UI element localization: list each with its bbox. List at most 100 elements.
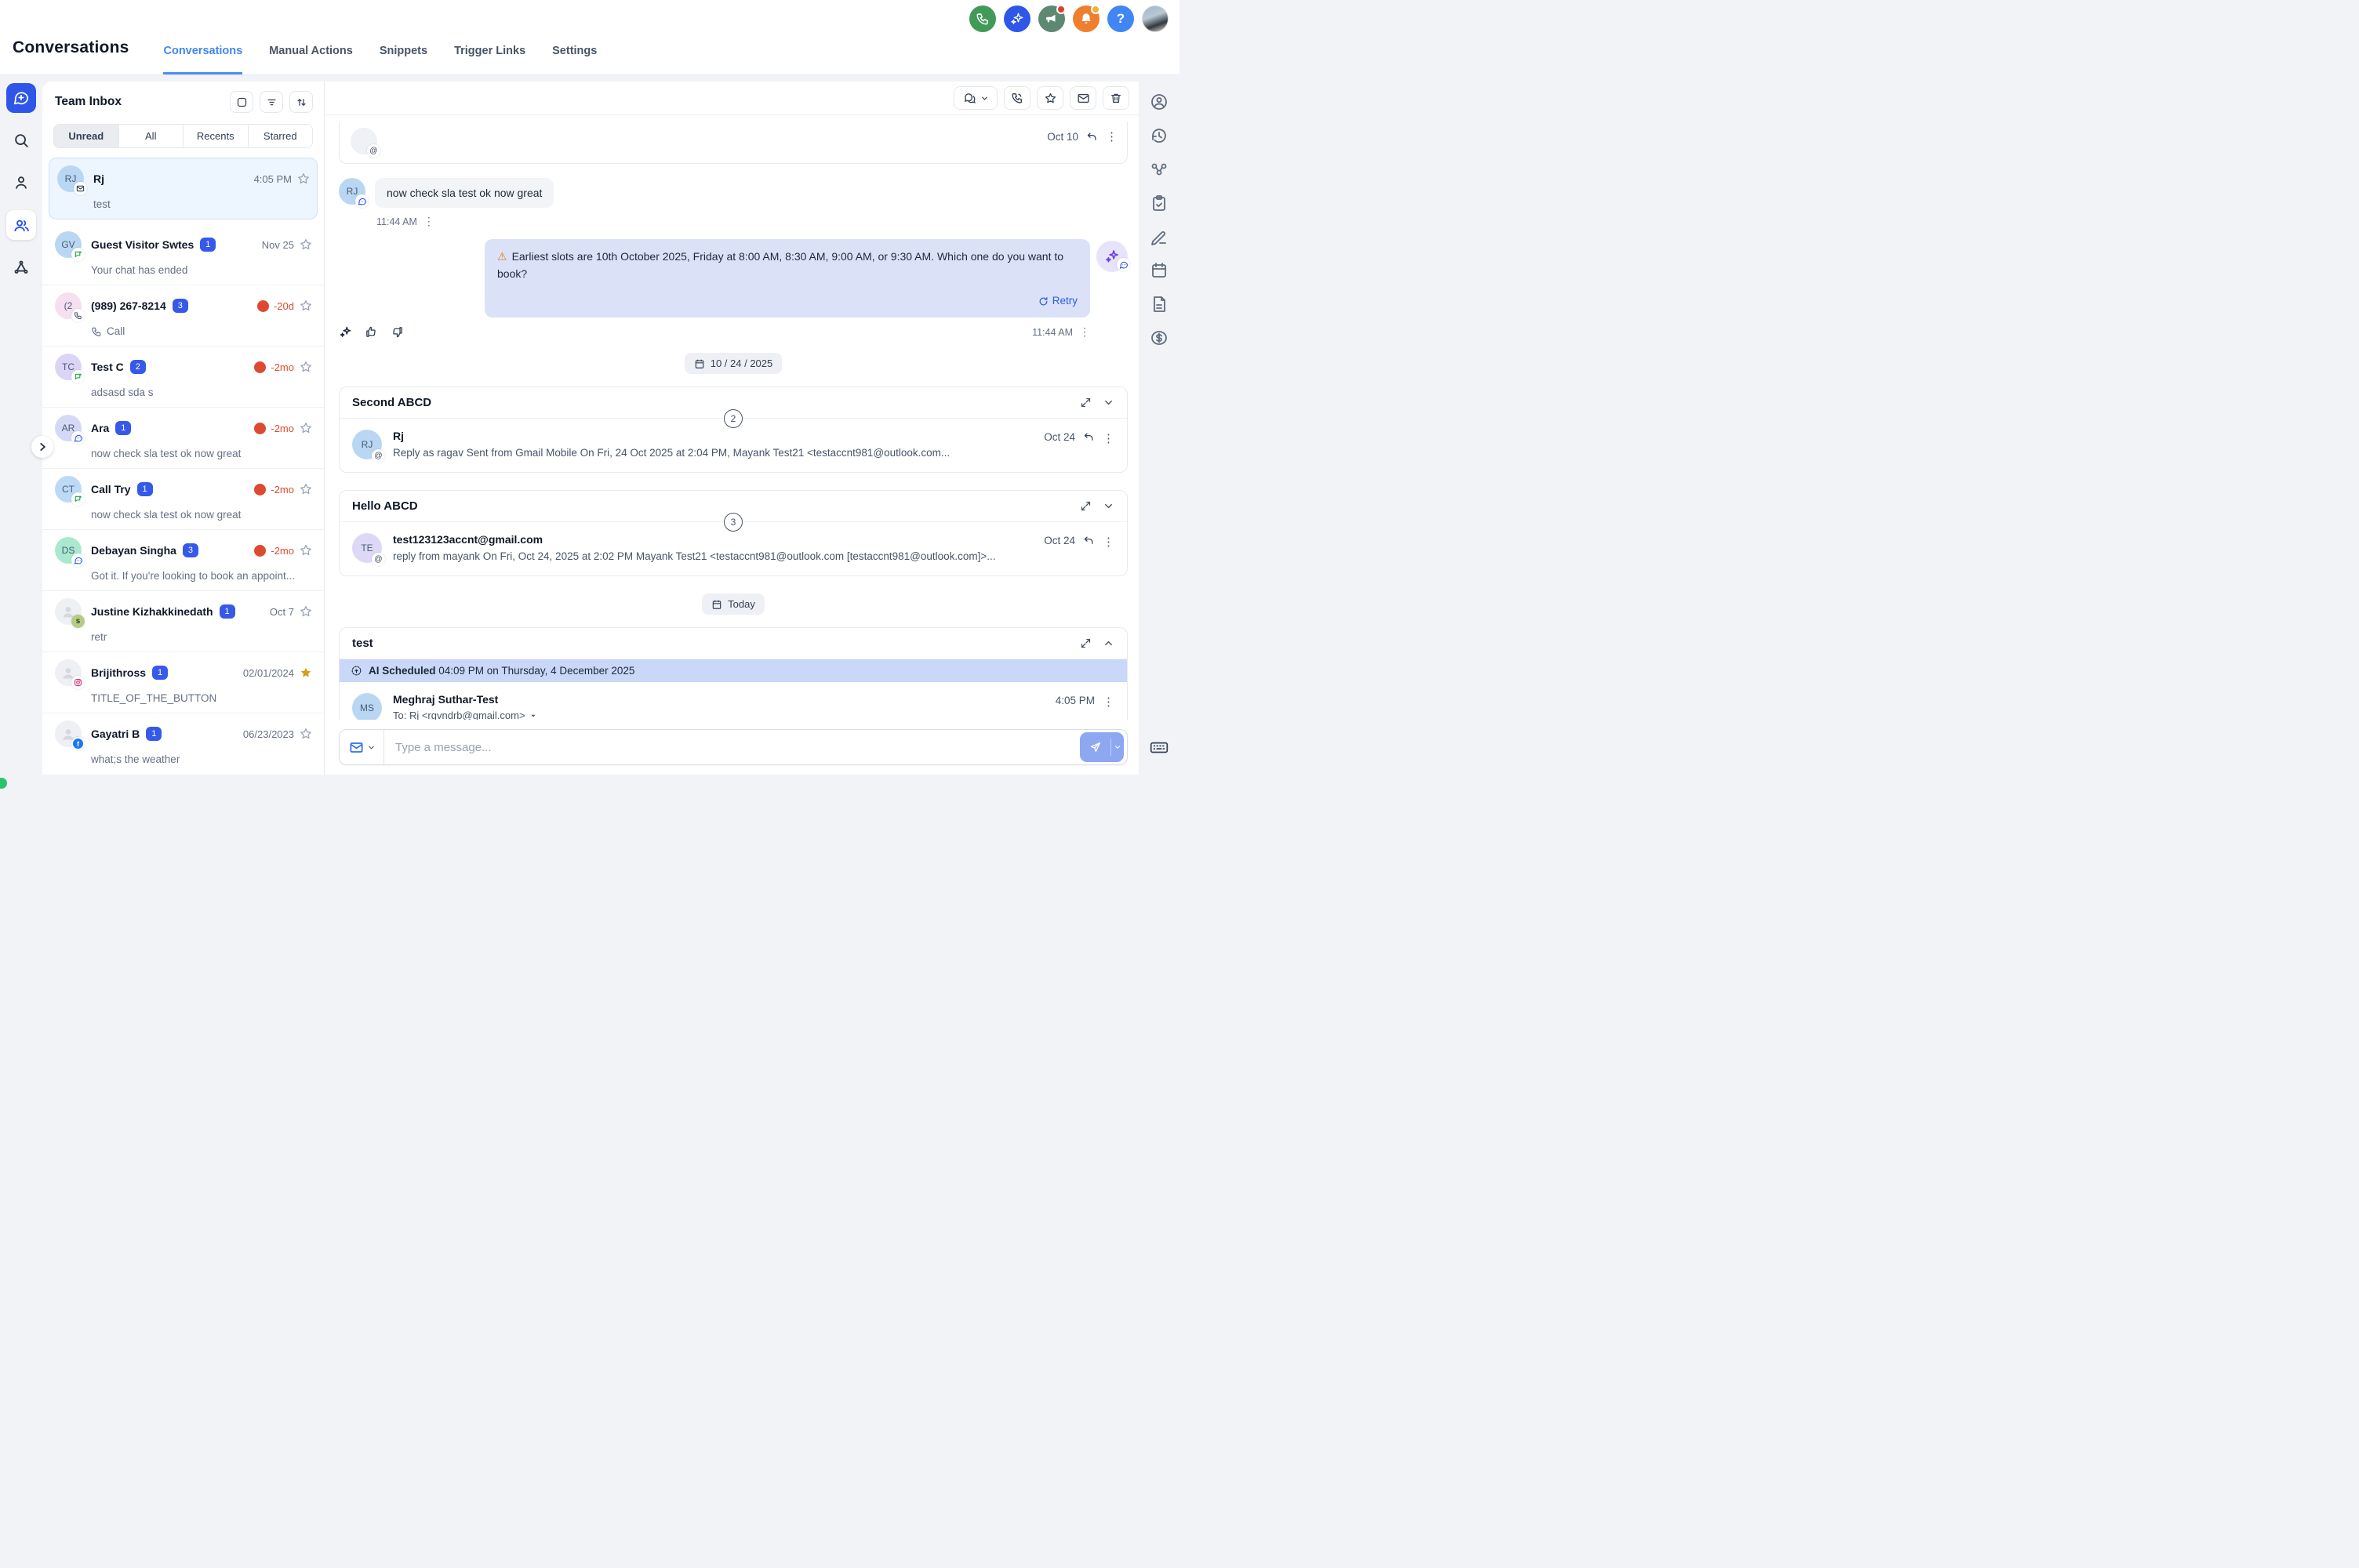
star-icon[interactable]: [299, 482, 313, 496]
star-icon[interactable]: [299, 604, 313, 619]
ai-sparkle-icon[interactable]: [339, 325, 352, 339]
date-separator: 10 / 24 / 2025: [685, 353, 783, 374]
list-item-debayan-singha[interactable]: DS Debayan Singha 3 -2mo Got it. If you'…: [42, 529, 324, 590]
list-item-989-267-8214[interactable]: (2 (989) 267-8214 3 -20d Call: [42, 285, 324, 346]
connections-icon[interactable]: [1150, 160, 1169, 179]
tab-settings[interactable]: Settings: [552, 45, 597, 74]
channel-select-dropdown[interactable]: [340, 730, 384, 764]
thumbs-up-icon[interactable]: [365, 325, 378, 339]
email-card-hello-abcd[interactable]: Hello ABCD 3 TE @ test123123accnt@gmail.…: [339, 490, 1128, 576]
contact-details-icon[interactable]: [1150, 93, 1169, 111]
contacts-icon[interactable]: [6, 168, 36, 198]
email-button[interactable]: [1070, 86, 1096, 110]
timestamp: Oct 7: [270, 606, 294, 618]
star-icon[interactable]: [299, 360, 313, 374]
kebab-menu-icon[interactable]: ⋮: [1103, 535, 1114, 549]
notifications-button[interactable]: [1073, 5, 1100, 32]
list-item-rj[interactable]: RJ Rj 4:05 PM test: [49, 158, 318, 220]
email-card-test-scheduled[interactable]: test AI Scheduled 04:09 PM on Thursday, …: [339, 627, 1128, 720]
phone-dialer-button[interactable]: [969, 5, 996, 32]
filter-tab-starred[interactable]: Starred: [248, 125, 313, 147]
messages-area: @ Oct 10 ⋮ RJ now check sla test ok now …: [325, 115, 1139, 720]
chevron-down-icon[interactable]: [1103, 397, 1114, 408]
conversation-list: RJ Rj 4:05 PM test GV: [42, 151, 324, 775]
email-card-second-abcd[interactable]: Second ABCD 2 RJ @ Rj Reply as r: [339, 387, 1128, 473]
retry-button[interactable]: Retry: [497, 293, 1078, 310]
payments-icon[interactable]: [1150, 328, 1169, 347]
send-button[interactable]: [1080, 732, 1124, 762]
team-inbox-panel: Team Inbox Unread All Recents Starred: [42, 82, 325, 775]
filter-button[interactable]: [260, 91, 283, 113]
calendar-icon[interactable]: [1150, 261, 1169, 280]
kebab-menu-icon[interactable]: ⋮: [1079, 325, 1090, 339]
expand-icon[interactable]: [1080, 637, 1092, 649]
timestamp: -20d: [274, 300, 294, 312]
email-recipient[interactable]: To: Rj <rgvndrb@gmail.com>: [393, 710, 1045, 720]
notes-icon[interactable]: [1150, 227, 1169, 246]
facebook-channel-icon: f: [71, 737, 85, 750]
list-item-brijithross[interactable]: Brijithross 1 02/01/2024 TITLE_OF_THE_BU…: [42, 652, 324, 713]
timestamp: -2mo: [271, 484, 294, 495]
sort-button[interactable]: [289, 91, 313, 113]
conversation-type-dropdown[interactable]: [954, 86, 998, 110]
kebab-menu-icon[interactable]: ⋮: [1103, 695, 1114, 709]
reply-icon[interactable]: [1086, 131, 1098, 143]
documents-icon[interactable]: [1150, 295, 1169, 314]
unread-count-badge: 1: [137, 482, 153, 496]
star-icon[interactable]: [299, 543, 313, 557]
livechat-channel-icon: [71, 248, 85, 261]
announcements-button[interactable]: [1038, 5, 1065, 32]
collapse-list-button[interactable]: [31, 436, 53, 458]
unread-count-badge: 1: [220, 604, 235, 619]
tab-trigger-links[interactable]: Trigger Links: [454, 45, 525, 74]
avatar: [55, 659, 82, 686]
list-item-guest-visitor[interactable]: GV Guest Visitor Swtes 1 Nov 25 Your cha…: [42, 224, 324, 285]
email-channel-icon: [349, 740, 364, 755]
tab-snippets[interactable]: Snippets: [380, 45, 427, 74]
list-item-call-try[interactable]: CT Call Try 1 -2mo now check sla test ok…: [42, 468, 324, 529]
star-icon[interactable]: [296, 172, 311, 186]
keyboard-icon[interactable]: [1149, 737, 1169, 757]
star-icon[interactable]: [299, 421, 313, 435]
list-item-test-c[interactable]: TC Test C 2 -2mo adsasd sda s: [42, 346, 324, 407]
message-input[interactable]: [384, 741, 1080, 754]
email-card-partial[interactable]: @ Oct 10 ⋮: [339, 122, 1128, 164]
star-icon[interactable]: [299, 727, 313, 741]
history-icon[interactable]: [1150, 126, 1169, 145]
tab-conversations[interactable]: Conversations: [163, 45, 242, 74]
star-icon-filled[interactable]: [299, 666, 313, 680]
star-icon[interactable]: [299, 299, 313, 313]
tasks-icon[interactable]: [1150, 194, 1169, 212]
kebab-menu-icon[interactable]: ⋮: [1103, 431, 1114, 445]
reply-icon[interactable]: [1083, 431, 1095, 443]
thumbs-down-icon[interactable]: [391, 325, 404, 339]
chevron-down-icon[interactable]: [1103, 500, 1114, 512]
chevron-up-icon[interactable]: [1103, 637, 1114, 649]
ai-message-bubble: ⚠Earliest slots are 10th October 2025, F…: [485, 239, 1090, 318]
team-inbox-icon[interactable]: [6, 210, 36, 240]
star-conversation-button[interactable]: [1037, 86, 1063, 110]
list-item-gayatri[interactable]: f Gayatri B 1 06/23/2023 what;s the weat…: [42, 713, 324, 774]
select-all-checkbox-button[interactable]: [230, 91, 253, 113]
help-button[interactable]: ?: [1107, 5, 1134, 32]
tab-manual-actions[interactable]: Manual Actions: [269, 45, 353, 74]
list-item-justine[interactable]: s Justine Kizhakkinedath 1 Oct 7 retr: [42, 590, 324, 652]
call-icon: [91, 326, 102, 337]
call-button[interactable]: [1004, 86, 1030, 110]
reply-icon[interactable]: [1083, 535, 1095, 546]
star-icon[interactable]: [299, 238, 313, 252]
search-icon[interactable]: [6, 125, 36, 155]
new-conversation-icon[interactable]: [6, 83, 36, 113]
user-avatar[interactable]: [1142, 5, 1169, 32]
automation-icon[interactable]: [6, 252, 36, 282]
expand-icon[interactable]: [1080, 500, 1092, 512]
filter-tab-all[interactable]: All: [118, 125, 184, 147]
delete-button[interactable]: [1103, 86, 1129, 110]
ai-assistant-button[interactable]: [1004, 5, 1030, 32]
filter-tab-unread[interactable]: Unread: [54, 125, 118, 147]
kebab-menu-icon[interactable]: ⋮: [1106, 129, 1118, 143]
filter-tab-recents[interactable]: Recents: [183, 125, 248, 147]
expand-icon[interactable]: [1080, 397, 1092, 408]
kebab-menu-icon[interactable]: ⋮: [423, 215, 434, 228]
list-item-ara[interactable]: AR Ara 1 -2mo now check sla test ok now …: [42, 407, 324, 468]
